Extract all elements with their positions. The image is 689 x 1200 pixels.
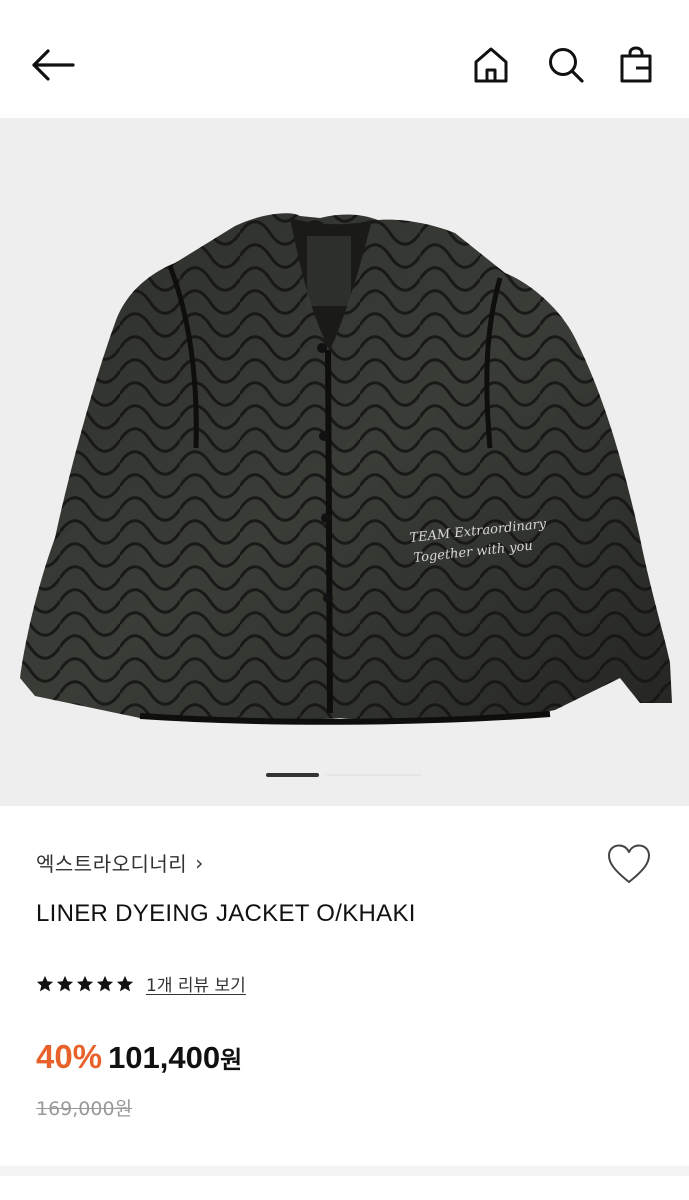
star-icon xyxy=(36,975,54,991)
brand-name: 엑스트라오디너리 xyxy=(36,852,188,876)
carousel-indicator-active xyxy=(266,773,319,777)
price-unit: 원 xyxy=(220,1046,243,1074)
review-link[interactable]: 1개 리뷰 보기 xyxy=(146,971,246,996)
product-title: LINER DYEING JACKET O/KHAKI xyxy=(36,900,416,927)
home-icon xyxy=(474,47,508,83)
search-icon xyxy=(549,48,584,83)
star-icon xyxy=(76,975,94,991)
star-icon xyxy=(56,975,74,991)
discount-rate: 40% xyxy=(36,1038,103,1075)
product-image-carousel[interactable]: TEAM Extraordinary Together with you xyxy=(0,118,689,806)
section-divider xyxy=(0,1166,689,1176)
home-button[interactable] xyxy=(466,40,516,90)
product-image: TEAM Extraordinary Together with you xyxy=(20,213,672,725)
arrow-left-icon xyxy=(32,49,75,81)
search-button[interactable] xyxy=(541,40,591,90)
star-icon xyxy=(96,975,114,991)
chevron-right-icon: › xyxy=(195,850,204,875)
shopping-bag-icon xyxy=(620,46,652,83)
price-row: 40% 101,400 원 xyxy=(36,1038,242,1076)
cart-button[interactable] xyxy=(611,40,661,90)
rating-row: 1개 리뷰 보기 xyxy=(36,971,246,996)
wishlist-button[interactable] xyxy=(603,840,655,888)
back-button[interactable] xyxy=(26,40,80,90)
original-price: 169,000원 xyxy=(36,1098,133,1120)
star-icon xyxy=(116,975,134,991)
carousel-indicator-track xyxy=(326,774,422,776)
carousel-indicator xyxy=(266,773,426,777)
heart-icon xyxy=(608,844,650,883)
top-nav-bar xyxy=(0,0,689,118)
star-rating xyxy=(36,975,134,993)
sale-price: 101,400 xyxy=(108,1040,221,1075)
brand-link[interactable]: 엑스트라오디너리 › xyxy=(36,848,203,877)
